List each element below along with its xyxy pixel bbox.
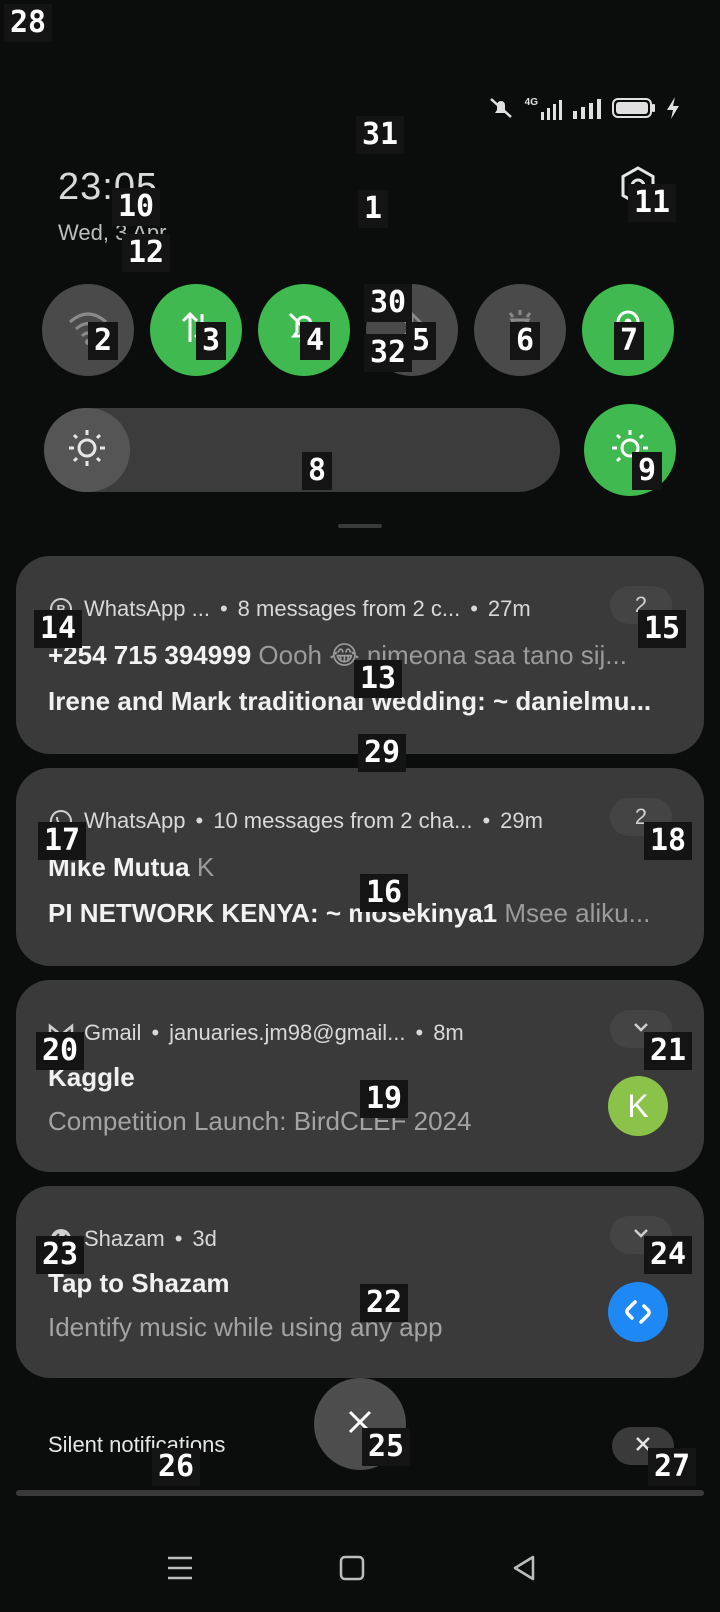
app-name: Gmail [84,1020,142,1045]
notification-whatsapp-business[interactable]: B WhatsApp ... • 8 messages from 2 c... … [16,556,704,754]
signal-icon [572,97,602,119]
notification-summary: 8 messages from 2 c... [237,596,461,621]
group-message: Irene and Mark traditional wedding: ~ da… [48,686,652,716]
notification-time: 27m [487,596,531,621]
notification-header: Gmail • januaries.jm98@gmail... • 8m [48,1020,672,1046]
account-email: januaries.jm98@gmail... [169,1020,406,1045]
menu-icon [166,1555,194,1586]
annotation-label: 20 [36,1032,85,1070]
notification-time: 3d [192,1226,217,1251]
separator: • [482,808,491,833]
annotation-label: 23 [36,1236,85,1274]
message-preview: Oooh 😂 nimeona saa tano sij... [258,640,627,670]
annotation-label: 29 [358,734,407,772]
annotation-label: 26 [152,1448,201,1486]
annotation-label: 17 [38,822,87,860]
app-name: WhatsApp [84,808,186,833]
avatar-letter: K [627,1087,649,1124]
separator: • [219,596,228,621]
notification-header: B WhatsApp ... • 8 messages from 2 c... … [48,596,672,622]
annotation-label: 12 [122,234,171,272]
separator: • [151,1020,160,1045]
muted-bell-icon [487,96,515,120]
annotation-label: 7 [614,322,645,360]
annotation-label: 31 [356,116,405,154]
annotation-label: 32 [364,334,413,372]
divider [16,1490,704,1496]
notification-gmail[interactable]: Gmail • januaries.jm98@gmail... • 8m Kag… [16,980,704,1172]
annotation-label: 2 [88,322,119,360]
separator: • [195,808,204,833]
message-line: +254 715 394999 Oooh 😂 nimeona saa tano … [48,640,627,671]
app-name: Shazam [84,1226,165,1251]
separator: • [470,596,478,621]
annotation-label: 25 [362,1428,411,1466]
annotation-label: 16 [360,874,409,912]
annotation-label: 30 [364,284,413,322]
annotation-label: 9 [632,452,663,490]
auto-brightness-toggle[interactable]: A [584,404,676,496]
panel-handle[interactable] [338,524,382,528]
notification-time: 29m [500,808,543,833]
annotation-label: 27 [648,1448,697,1486]
annotation-label: 24 [644,1236,693,1274]
status-bar: 4G [487,96,680,120]
notification-header: WhatsApp • 10 messages from 2 cha... • 2… [48,808,672,834]
annotation-label: 22 [360,1284,409,1322]
square-icon [339,1555,365,1586]
notification-whatsapp[interactable]: WhatsApp • 10 messages from 2 cha... • 2… [16,768,704,966]
charging-icon [666,96,680,120]
back-triangle-icon [511,1554,537,1587]
group-preview: Msee aliku... [504,898,651,928]
annotation-label: 11 [628,184,677,222]
annotation-label: 14 [34,610,83,648]
annotation-label: 19 [360,1080,409,1118]
shazam-logo [608,1282,668,1342]
annotation-label: 10 [112,188,161,226]
home-button[interactable] [332,1550,372,1590]
avatar: K [608,1076,668,1136]
brightness-knob[interactable] [44,408,130,492]
annotation-label: 13 [354,660,403,698]
annotation-label: 21 [644,1032,693,1070]
network-type-label: 4G [524,96,538,108]
notification-time: 8m [433,1020,464,1045]
message-preview: K [196,852,215,882]
group-message-line: PI NETWORK KENYA: ~ mosekinya1 Msee alik… [48,898,650,929]
annotation-label: 6 [510,322,541,360]
annotation-label: 15 [638,610,687,648]
annotation-label: 3 [196,322,227,360]
annotation-label: 18 [644,822,693,860]
battery-icon [612,97,656,119]
annotation-label: 1 [358,190,389,228]
annotation-label: 4 [300,322,331,360]
separator: • [415,1020,424,1045]
sun-icon [67,428,107,473]
annotation-label: 8 [302,452,333,490]
recents-button[interactable] [160,1550,200,1590]
notification-shazam[interactable]: Shazam • 3d Tap to Shazam Identify music… [16,1186,704,1378]
notification-header: Shazam • 3d [48,1226,672,1252]
app-name: WhatsApp ... [84,596,210,621]
annotation-label: 28 [4,4,53,42]
notification-summary: 10 messages from 2 cha... [213,808,473,833]
separator: • [174,1226,183,1251]
signal-4g-icon: 4G [525,97,562,120]
back-button[interactable] [504,1550,544,1590]
group-sender: PI NETWORK KENYA: ~ mosekinya1 [48,898,498,928]
